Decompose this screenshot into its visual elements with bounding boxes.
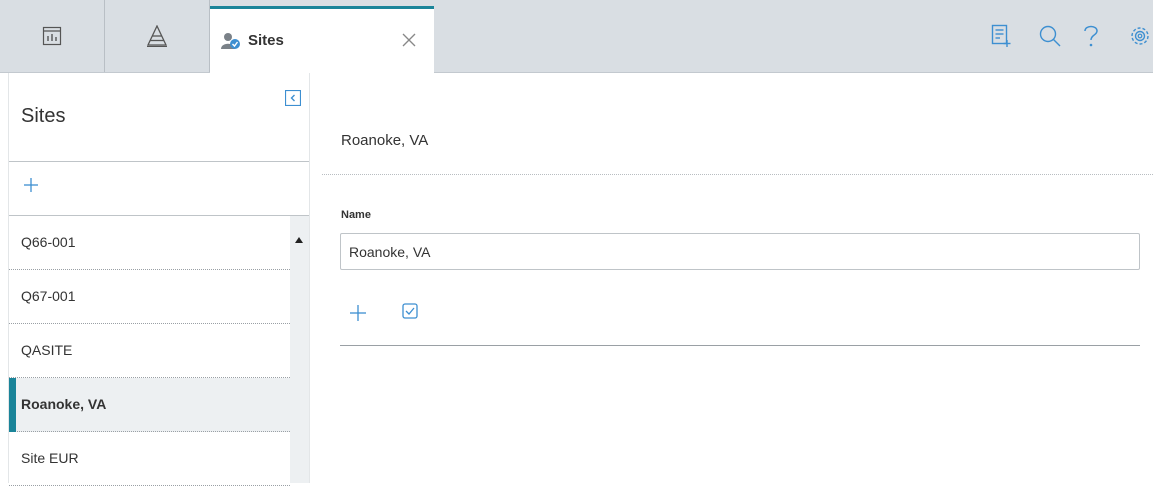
tab-pyramid[interactable] bbox=[105, 0, 210, 72]
site-detail-panel: Roanoke, VA Name bbox=[322, 73, 1153, 483]
help-icon[interactable] bbox=[1083, 24, 1099, 53]
list-item-label: Site EUR bbox=[21, 450, 79, 466]
list-item[interactable]: QASITE bbox=[9, 324, 290, 378]
list-item-label: QASITE bbox=[21, 342, 73, 358]
add-site-button[interactable] bbox=[23, 177, 39, 198]
tab-dashboard[interactable] bbox=[0, 0, 105, 72]
sites-icon bbox=[221, 32, 241, 55]
scroll-up-arrow-icon[interactable] bbox=[295, 230, 303, 248]
list-item-label: Roanoke, VA bbox=[21, 396, 107, 412]
search-icon[interactable] bbox=[1038, 24, 1062, 53]
add-site-row bbox=[9, 162, 309, 216]
name-field-label: Name bbox=[341, 209, 371, 221]
name-field[interactable] bbox=[340, 233, 1140, 270]
save-checkbox-button[interactable] bbox=[402, 303, 418, 324]
toolbar-right bbox=[983, 24, 1153, 50]
top-tab-bar: Sites bbox=[0, 0, 1153, 73]
tab-sites-label: Sites bbox=[248, 32, 284, 49]
collapse-sidebar-button[interactable] bbox=[284, 89, 302, 111]
list-item-label: Q67-001 bbox=[21, 288, 76, 304]
divider bbox=[322, 174, 1153, 175]
divider bbox=[340, 345, 1140, 346]
dashboard-icon bbox=[42, 26, 62, 46]
list-item-selected[interactable]: Roanoke, VA bbox=[9, 378, 290, 432]
sites-sidebar: Sites Q66-001 Q67-001 QASITE Roanoke, VA bbox=[8, 73, 310, 486]
list-item[interactable]: Q66-001 bbox=[9, 216, 290, 270]
list-item[interactable]: Site EUR bbox=[9, 432, 290, 486]
new-document-icon[interactable] bbox=[991, 24, 1011, 53]
scrollbar[interactable] bbox=[290, 216, 309, 483]
tab-sites[interactable]: Sites bbox=[210, 6, 434, 73]
list-item-label: Q66-001 bbox=[21, 234, 76, 250]
list-item[interactable]: Q67-001 bbox=[9, 270, 290, 324]
settings-icon[interactable] bbox=[1128, 24, 1153, 53]
page-title: Roanoke, VA bbox=[341, 132, 429, 149]
sidebar-title: Sites bbox=[21, 105, 66, 127]
add-button[interactable] bbox=[349, 304, 367, 327]
selection-indicator bbox=[9, 378, 16, 432]
sites-list: Q66-001 Q67-001 QASITE Roanoke, VA Site … bbox=[9, 216, 290, 486]
pyramid-icon bbox=[147, 25, 167, 47]
close-icon[interactable] bbox=[402, 33, 416, 52]
